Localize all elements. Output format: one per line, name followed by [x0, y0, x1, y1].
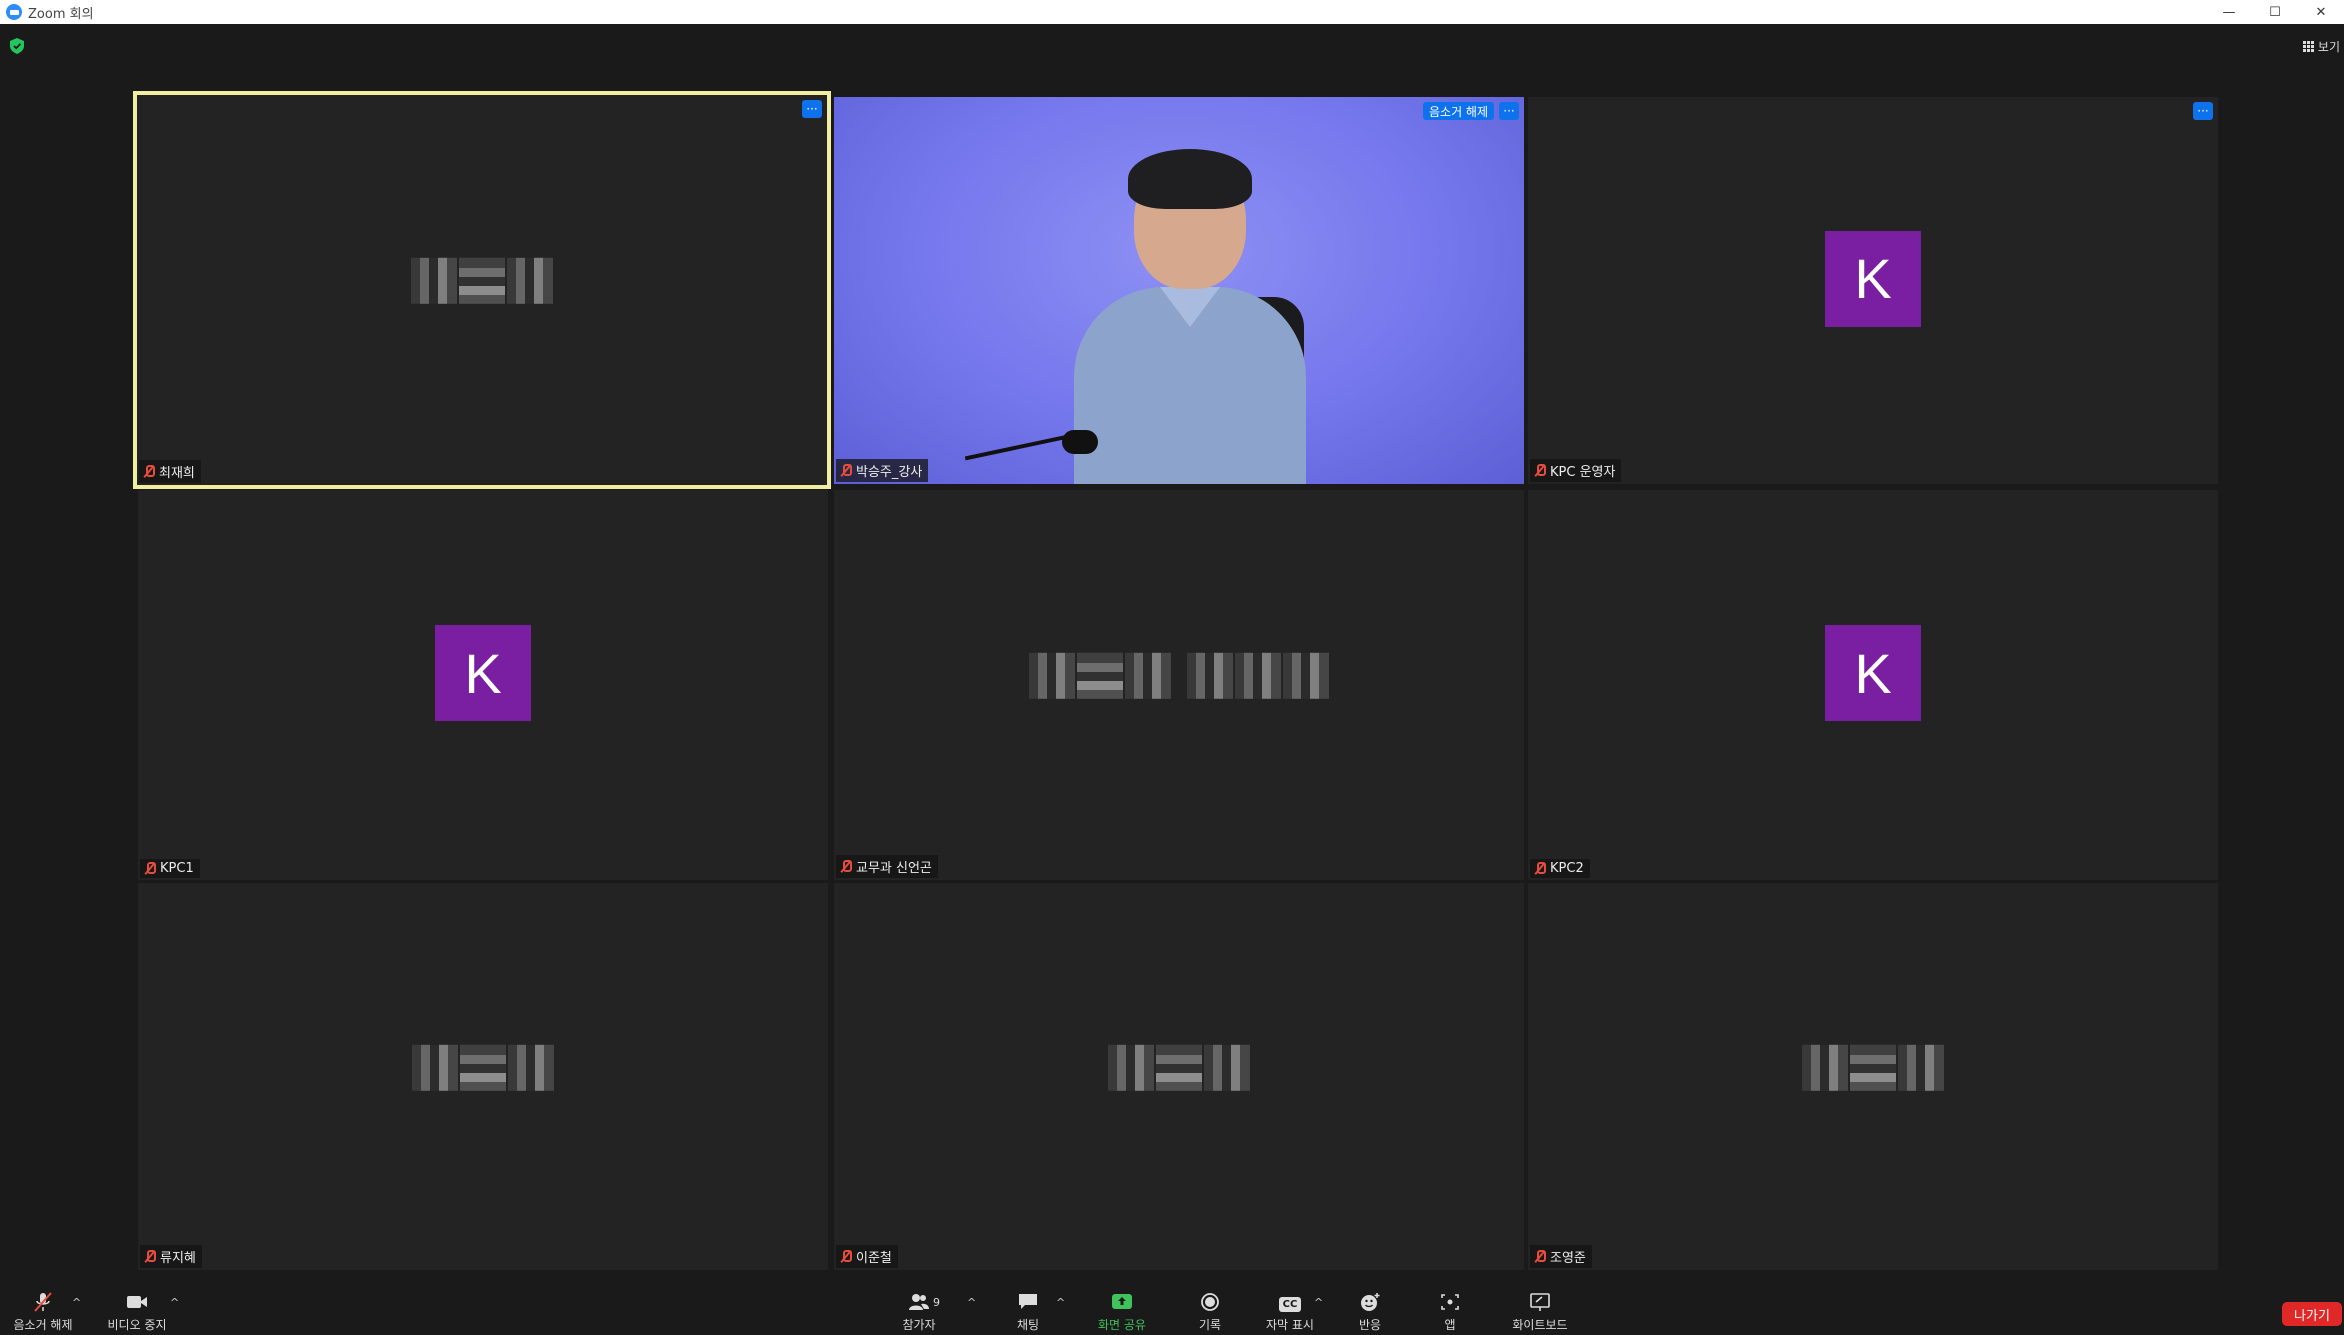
participant-name-tag: 조영준 [1530, 1245, 1592, 1268]
chat-button[interactable]: 채팅 [1008, 1290, 1048, 1335]
view-layout-button[interactable]: 보기 [2302, 38, 2340, 55]
meeting-toolbar: 음소거 해제 ^ 비디오 중지 ^ 참가자 9 ^ 채팅 ^ 화면 공유 기록 … [0, 1290, 2344, 1335]
apps-button[interactable]: 앱 [1432, 1290, 1468, 1335]
participant-tile[interactable]: K KPC2 [1528, 490, 2218, 880]
muted-mic-icon [840, 464, 852, 477]
zoom-app-icon [6, 4, 22, 20]
reactions-button[interactable]: 반응 [1352, 1290, 1388, 1335]
participant-name: KPC1 [160, 861, 194, 876]
participants-options-caret[interactable]: ^ [967, 1296, 976, 1309]
maximize-button[interactable]: ☐ [2252, 0, 2298, 24]
muted-mic-icon [143, 465, 155, 478]
participant-name: 류지혜 [160, 1251, 196, 1266]
apps-icon [1441, 1294, 1459, 1310]
muted-mic-icon [144, 862, 156, 875]
muted-mic-icon [1534, 862, 1546, 875]
muted-mic-icon [1534, 1250, 1546, 1263]
captions-label: 자막 표시 [1266, 1318, 1314, 1332]
video-camera-icon [127, 1296, 147, 1308]
whiteboard-icon [1530, 1293, 1550, 1311]
minimize-button[interactable]: — [2206, 0, 2252, 24]
closed-captions-icon: CC [1279, 1297, 1301, 1312]
view-label: 보기 [2317, 40, 2340, 54]
participant-name-tag: 박승주_강사 [836, 459, 929, 482]
smiley-plus-icon [1361, 1293, 1380, 1311]
participant-name-tag: KPC1 [140, 859, 200, 878]
participant-video-tile[interactable]: 음소거 해제 ··· 박승주_강사 [834, 97, 1524, 484]
video-options-caret[interactable]: ^ [170, 1296, 179, 1309]
participant-name-tag: KPC 운영자 [1530, 459, 1622, 482]
participant-tile[interactable]: 교무과 신언곤 [834, 490, 1524, 880]
audio-options-caret[interactable]: ^ [72, 1296, 81, 1309]
participants-count: 9 [933, 1296, 940, 1309]
grid-icon [2302, 41, 2314, 52]
participant-name-tag: KPC2 [1530, 859, 1590, 878]
reactions-label: 반응 [1358, 1318, 1382, 1332]
more-options-button[interactable]: ··· [802, 100, 822, 118]
muted-mic-icon [840, 1250, 852, 1263]
record-icon [1201, 1293, 1219, 1311]
participant-name-tag: 최재희 [139, 460, 201, 483]
share-screen-label: 화면 공유 [1098, 1318, 1146, 1332]
encryption-shield-icon[interactable] [10, 38, 24, 54]
more-options-button[interactable]: ··· [2193, 102, 2213, 120]
microphone-image [1062, 430, 1098, 454]
share-screen-button[interactable]: 화면 공유 [1090, 1290, 1154, 1335]
window-title: Zoom 회의 [28, 6, 94, 22]
stop-video-button[interactable]: 비디오 중지 [100, 1290, 174, 1335]
muted-microphone-icon [34, 1292, 52, 1312]
share-screen-icon [1112, 1294, 1132, 1309]
muted-mic-icon [840, 860, 852, 873]
participant-video-person [1074, 149, 1306, 484]
chat-bubble-icon [1019, 1294, 1037, 1309]
captions-options-caret[interactable]: ^ [1314, 1296, 1323, 1309]
participant-name: 조영준 [1550, 1251, 1586, 1266]
record-button[interactable]: 기록 [1190, 1290, 1230, 1335]
participant-avatar: K [435, 625, 531, 721]
participant-avatar: K [1825, 625, 1921, 721]
unmute-button[interactable]: 음소거 해제 [8, 1290, 78, 1335]
blurred-name-display [1029, 652, 1329, 699]
participants-label: 참가자 [902, 1318, 936, 1332]
participant-name-tag: 교무과 신언곤 [836, 855, 938, 878]
blurred-name-display [412, 1044, 554, 1091]
blurred-name-display [1802, 1044, 1944, 1091]
muted-mic-icon [144, 1250, 156, 1263]
muted-mic-icon [1534, 464, 1546, 477]
ask-unmute-button[interactable]: 음소거 해제 [1422, 102, 1494, 120]
unmute-label: 음소거 해제 [13, 1318, 73, 1332]
participant-name: 교무과 신언곤 [856, 861, 932, 876]
participant-name-tag: 이준철 [836, 1245, 898, 1268]
blurred-name-display [411, 257, 553, 304]
participant-avatar: K [1825, 230, 1921, 327]
participant-name: 최재희 [159, 466, 195, 481]
chat-options-caret[interactable]: ^ [1056, 1296, 1065, 1309]
whiteboard-label: 화이트보드 [1512, 1318, 1568, 1332]
more-options-button[interactable]: ··· [1499, 102, 1519, 120]
participant-name: 박승주_강사 [856, 465, 923, 480]
record-label: 기록 [1198, 1318, 1222, 1332]
participants-icon [909, 1294, 929, 1310]
participant-name: 이준철 [856, 1251, 892, 1266]
participant-name: KPC 운영자 [1550, 465, 1616, 480]
chat-label: 채팅 [1016, 1318, 1040, 1332]
participant-tile[interactable]: K KPC1 [138, 490, 828, 880]
participant-name: KPC2 [1550, 861, 1584, 876]
participant-tile[interactable]: 류지혜 [138, 883, 828, 1270]
leave-meeting-button[interactable]: 나가기 [2282, 1302, 2342, 1326]
participant-tile[interactable]: 조영준 [1528, 883, 2218, 1270]
participant-tile[interactable]: 이준철 [834, 883, 1524, 1270]
apps-label: 앱 [1444, 1318, 1456, 1332]
close-button[interactable]: ✕ [2298, 0, 2344, 24]
stop-video-label: 비디오 중지 [107, 1318, 167, 1332]
participant-tile[interactable]: K ··· KPC 운영자 [1528, 97, 2218, 484]
window-titlebar: Zoom 회의 — ☐ ✕ [0, 0, 2344, 24]
captions-button[interactable]: CC 자막 표시 [1260, 1290, 1320, 1335]
blurred-name-display [1108, 1044, 1250, 1091]
participant-tile[interactable]: ··· 최재희 [133, 91, 831, 489]
participant-name-tag: 류지혜 [140, 1245, 202, 1268]
whiteboard-button[interactable]: 화이트보드 [1508, 1290, 1572, 1335]
